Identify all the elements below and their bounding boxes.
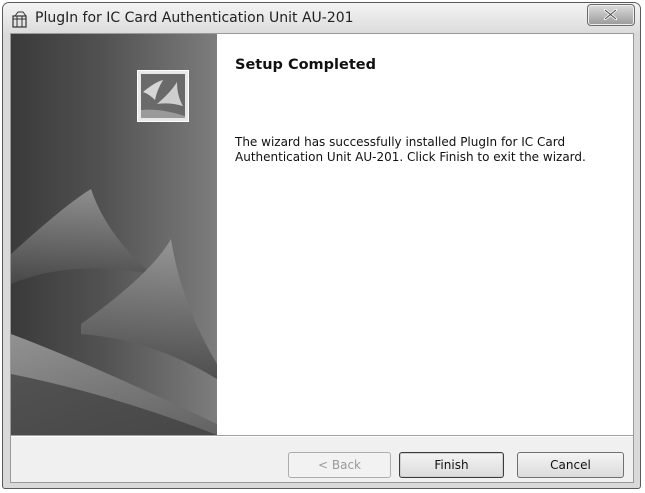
finish-button[interactable]: Finish	[399, 452, 504, 478]
wizard-body: Setup Completed The wizard has successfu…	[10, 33, 634, 483]
setup-logo-icon	[137, 70, 189, 122]
page-title: Setup Completed	[235, 57, 376, 73]
title-bar[interactable]: PlugIn for IC Card Authentication Unit A…	[3, 3, 640, 33]
wizard-banner	[11, 34, 217, 435]
window-title: PlugIn for IC Card Authentication Unit A…	[35, 10, 354, 26]
back-button[interactable]: < Back	[288, 452, 391, 478]
close-button[interactable]	[587, 4, 635, 26]
wizard-content: Setup Completed The wizard has successfu…	[217, 34, 633, 435]
installer-package-icon	[12, 11, 27, 28]
cancel-button[interactable]: Cancel	[517, 452, 624, 478]
completion-message: The wizard has successfully installed Pl…	[235, 135, 586, 164]
close-icon	[604, 9, 617, 20]
installer-window: PlugIn for IC Card Authentication Unit A…	[2, 2, 641, 489]
button-divider	[11, 435, 633, 437]
